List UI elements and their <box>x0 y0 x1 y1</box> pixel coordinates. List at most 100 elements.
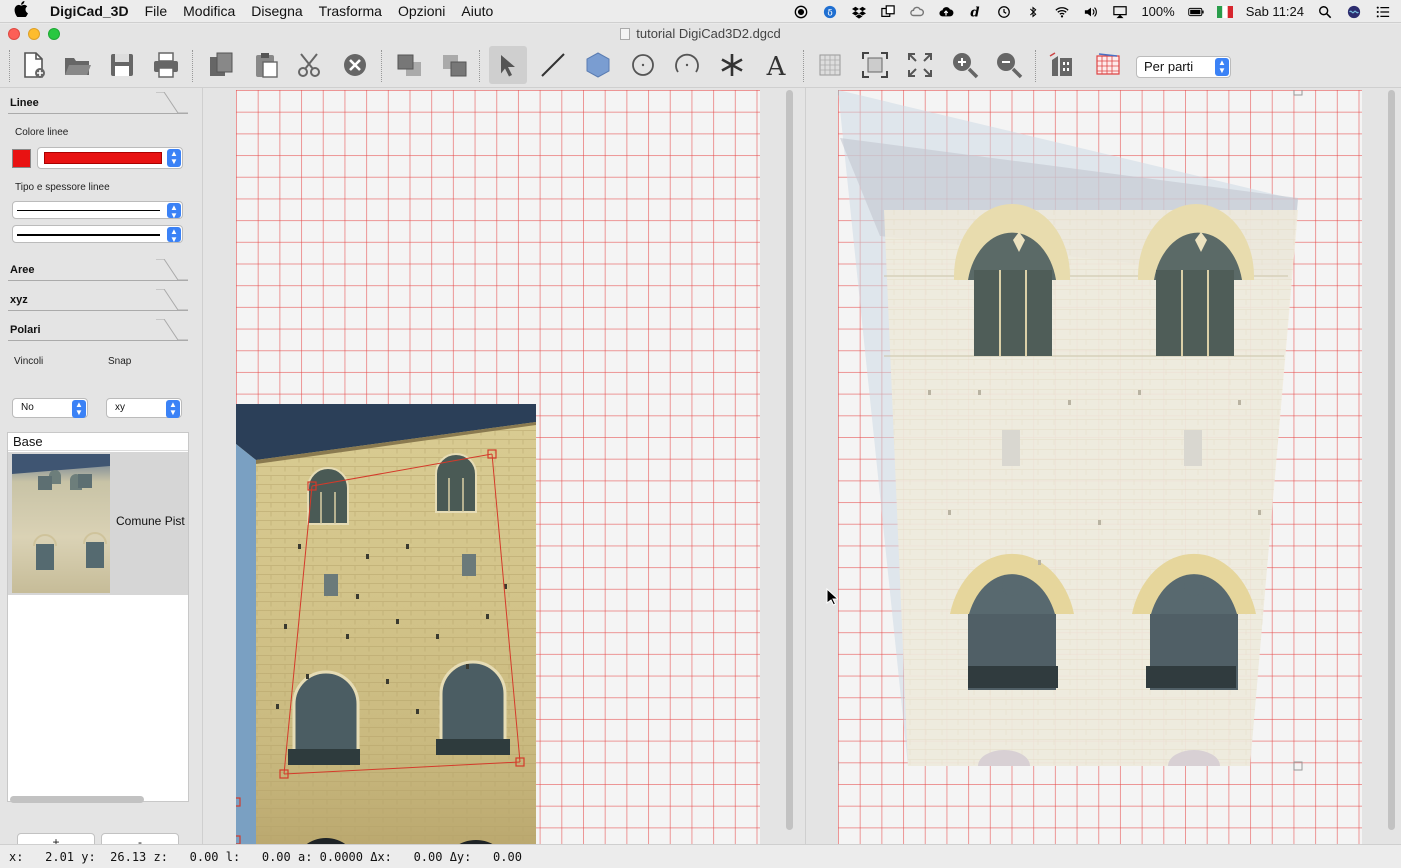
chevron-updown-icon: ▲ ▼ <box>72 400 86 418</box>
menu-modifica[interactable]: Modifica <box>175 3 243 19</box>
tab-divider <box>8 310 188 311</box>
line-color-select[interactable]: ▲ ▼ <box>37 147 183 169</box>
toolbar-separator <box>381 50 382 82</box>
svg-text:d: d <box>971 5 980 19</box>
zoom-window-button[interactable] <box>48 28 60 40</box>
wifi-icon[interactable] <box>1054 5 1070 19</box>
polygon-tool-icon[interactable] <box>579 46 617 84</box>
section-polar-label: Polari <box>10 324 41 336</box>
line-type-label: Tipo e spessore linee <box>15 182 110 193</box>
line-color-fill <box>44 152 162 164</box>
menu-opzioni[interactable]: Opzioni <box>390 3 453 19</box>
line-style-select[interactable]: ▲ ▼ <box>12 201 183 220</box>
paste-icon[interactable] <box>247 46 285 84</box>
bring-front-icon[interactable] <box>390 46 428 84</box>
print-icon[interactable] <box>147 46 185 84</box>
constraints-select[interactable]: No ▲ ▼ <box>12 398 88 418</box>
rectified-image-canvas[interactable] <box>838 90 1362 864</box>
line-style-preview <box>17 210 160 211</box>
line-width-select[interactable]: ▲ ▼ <box>12 225 183 244</box>
battery-icon[interactable] <box>1187 5 1204 19</box>
layer-item[interactable]: Comune Pist <box>8 452 188 595</box>
dropbox-icon[interactable] <box>851 5 867 19</box>
toolbar-separator <box>479 50 480 82</box>
line-width-preview <box>17 234 160 236</box>
title-bar: tutorial DigiCad3D2.dgcd <box>0 24 1401 44</box>
menu-app[interactable]: DigiCad_3D <box>42 3 137 19</box>
apple-icon[interactable] <box>0 1 42 21</box>
section-areas-tab[interactable]: Aree <box>8 259 188 281</box>
circle-tool-icon[interactable] <box>624 46 662 84</box>
clock[interactable]: Sab 11:24 <box>1246 4 1304 19</box>
bluetooth-icon[interactable] <box>1025 5 1041 19</box>
point-tool-icon[interactable] <box>713 46 751 84</box>
menu-aiuto[interactable]: Aiuto <box>453 3 501 19</box>
zoom-out-icon[interactable] <box>990 46 1028 84</box>
tab-divider <box>8 340 188 341</box>
screens-icon[interactable] <box>880 4 896 19</box>
perspective-grid-icon[interactable] <box>1089 46 1127 84</box>
zoom-in-icon[interactable] <box>946 46 984 84</box>
dictionary-icon[interactable]: d <box>967 5 983 19</box>
spotlight-search-icon[interactable] <box>1317 5 1333 19</box>
document-icon <box>620 28 631 40</box>
layer-group-header[interactable]: Base <box>8 433 188 451</box>
line-tool-icon[interactable] <box>534 46 572 84</box>
section-lines-tab[interactable]: Linee <box>8 92 188 114</box>
menu-file[interactable]: File <box>137 3 176 19</box>
cloud-upload-icon[interactable] <box>938 5 954 19</box>
new-file-icon[interactable] <box>14 46 52 84</box>
italian-flag-icon[interactable] <box>1216 5 1233 19</box>
open-folder-icon[interactable] <box>58 46 96 84</box>
panel-splitter[interactable] <box>202 88 203 844</box>
tab-divider <box>8 113 188 114</box>
left-canvas-scrollbar[interactable] <box>786 90 793 830</box>
section-polar-tab[interactable]: Polari <box>8 319 188 341</box>
toolbar-separator <box>803 50 804 82</box>
toolbar: A Per parti ▲ ▼ <box>0 44 1401 88</box>
close-window-button[interactable] <box>8 28 20 40</box>
text-tool-icon[interactable]: A <box>757 46 795 84</box>
minimize-window-button[interactable] <box>28 28 40 40</box>
svg-text:δ: δ <box>828 8 833 18</box>
properties-panel: Linee Colore linee ▲ ▼ Tipo e spessore li… <box>0 88 200 852</box>
line-color-label: Colore linee <box>15 127 69 138</box>
copy-icon[interactable] <box>202 46 240 84</box>
building-rectify-icon[interactable] <box>1044 46 1082 84</box>
chevron-updown-icon: ▲ ▼ <box>167 203 181 220</box>
creative-cloud-icon[interactable] <box>909 5 925 19</box>
notification-center-icon[interactable] <box>1375 5 1391 19</box>
snap-select[interactable]: xy ▲ ▼ <box>106 398 182 418</box>
grid-toggle-icon[interactable] <box>811 46 849 84</box>
rectified-photo[interactable] <box>838 90 1362 864</box>
tab-divider <box>8 280 188 281</box>
arc-tool-icon[interactable] <box>668 46 706 84</box>
select-arrow-icon[interactable] <box>489 46 527 84</box>
airplay-icon[interactable] <box>1112 5 1128 19</box>
delete-icon[interactable] <box>336 46 374 84</box>
save-icon[interactable] <box>103 46 141 84</box>
app-window: tutorial DigiCad3D2.dgcd A Per parti ▲▼ <box>0 24 1401 868</box>
source-image-canvas[interactable] <box>236 90 760 864</box>
cut-scissors-icon[interactable] <box>291 46 329 84</box>
send-back-icon[interactable] <box>435 46 473 84</box>
time-machine-icon[interactable] <box>996 5 1012 19</box>
menu-disegna[interactable]: Disegna <box>243 3 310 19</box>
fit-screen-icon[interactable] <box>901 46 939 84</box>
zoom-extents-icon[interactable] <box>856 46 894 84</box>
toolbar-separator <box>1035 50 1036 82</box>
mode-select[interactable]: Per parti ▲ ▼ <box>1136 56 1231 78</box>
tab-edge-shape <box>156 289 188 311</box>
right-canvas-scrollbar[interactable] <box>1388 90 1395 830</box>
section-xyz-label: xyz <box>10 294 28 306</box>
sync-icon[interactable]: δ <box>822 5 838 19</box>
siri-icon[interactable] <box>1346 5 1362 19</box>
record-icon[interactable] <box>793 5 809 19</box>
volume-icon[interactable] <box>1083 5 1099 19</box>
section-xyz-tab[interactable]: xyz <box>8 289 188 311</box>
menu-trasforma[interactable]: Trasforma <box>311 3 390 19</box>
layer-list-scrollbar[interactable] <box>10 796 144 803</box>
source-photo[interactable] <box>236 404 536 864</box>
line-color-swatch[interactable] <box>12 149 31 168</box>
canvas-splitter[interactable] <box>805 88 806 844</box>
